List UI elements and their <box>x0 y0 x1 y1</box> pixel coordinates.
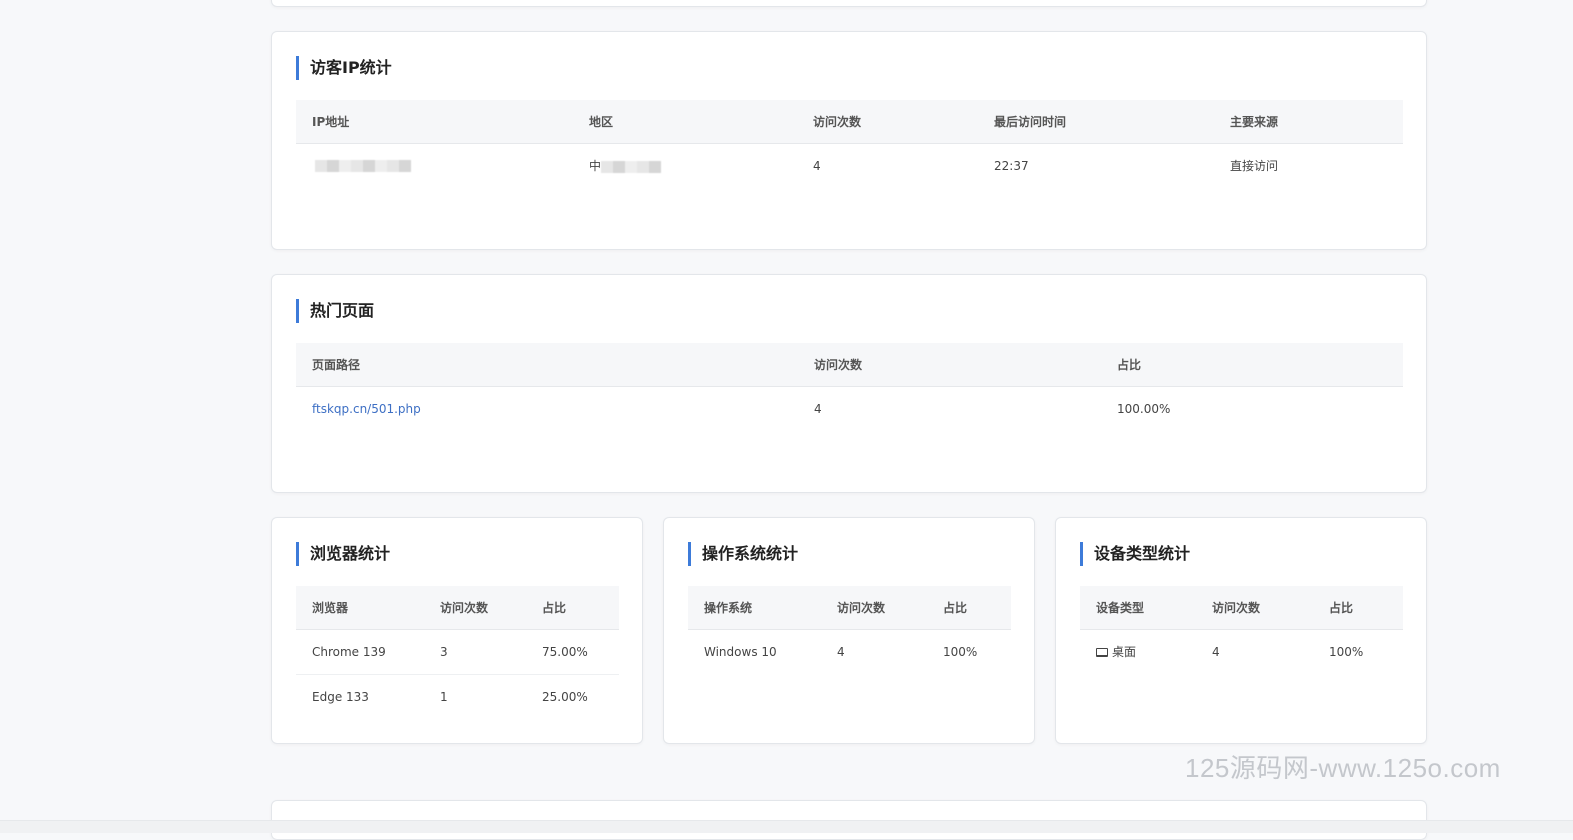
watermark-text: 125源码网-www.125o.com <box>1185 753 1501 783</box>
browser-table: 浏览器 访问次数 占比 Chrome 139 3 75.00% Edge 133… <box>296 586 619 719</box>
table-row: Windows 10 4 100% <box>688 629 1011 674</box>
ip-redacted <box>315 160 411 173</box>
col-share: 占比 <box>526 586 619 630</box>
device-title: 设备类型统计 <box>1080 542 1190 566</box>
table-header-row: 浏览器 访问次数 占比 <box>296 586 619 630</box>
col-os: 操作系统 <box>688 586 821 630</box>
page-path-cell: ftskqp.cn/501.php <box>296 386 798 431</box>
col-page-path: 页面路径 <box>296 343 798 387</box>
col-visits: 访问次数 <box>1196 586 1313 630</box>
col-region: 地区 <box>573 100 797 144</box>
hot-pages-title: 热门页面 <box>296 299 374 323</box>
device-card: 设备类型统计 设备类型 访问次数 占比 桌面 4 100% <box>1055 517 1427 744</box>
region-text: 中 <box>589 159 602 174</box>
desktop-icon <box>1096 648 1108 658</box>
hot-pages-card: 热门页面 页面路径 访问次数 占比 ftskqp.cn/501.php 4 10… <box>271 274 1427 493</box>
col-visits: 访问次数 <box>821 586 927 630</box>
browser-card: 浏览器统计 浏览器 访问次数 占比 Chrome 139 3 75.00% Ed… <box>271 517 643 744</box>
col-ip: IP地址 <box>296 100 573 144</box>
table-header-row: 页面路径 访问次数 占比 <box>296 343 1403 387</box>
previous-card <box>271 0 1427 7</box>
visits-cell: 1 <box>440 689 448 704</box>
visits-cell: 4 <box>1212 644 1220 659</box>
visits-cell: 4 <box>813 158 821 173</box>
share-cell: 100.00% <box>1117 401 1171 416</box>
last-visit-cell: 22:37 <box>994 158 1029 173</box>
col-source: 主要来源 <box>1214 100 1403 144</box>
page-path-link[interactable]: ftskqp.cn/501.php <box>312 402 421 416</box>
region-redacted <box>601 160 662 173</box>
os-title: 操作系统统计 <box>688 542 798 566</box>
browser-name-cell: Chrome 139 <box>296 629 424 675</box>
share-cell: 100% <box>943 644 978 659</box>
table-header-row: 设备类型 访问次数 占比 <box>1080 586 1403 630</box>
hot-pages-table: 页面路径 访问次数 占比 ftskqp.cn/501.php 4 100.00% <box>296 343 1403 431</box>
table-header-row: IP地址 地区 访问次数 最后访问时间 主要来源 <box>296 100 1403 144</box>
col-visits: 访问次数 <box>798 343 1101 387</box>
browser-name-cell: Edge 133 <box>312 689 369 704</box>
ip-cell <box>296 143 573 188</box>
table-row: Chrome 139 3 75.00% <box>296 629 619 675</box>
share-cell: 75.00% <box>526 629 619 675</box>
visits-cell: 4 <box>837 644 845 659</box>
visits-cell: 4 <box>814 401 822 416</box>
share-cell: 25.00% <box>542 689 588 704</box>
os-card: 操作系统统计 操作系统 访问次数 占比 Windows 10 4 100% <box>663 517 1035 744</box>
visitor-ip-title: 访客IP统计 <box>296 56 392 80</box>
visits-cell: 3 <box>424 629 526 675</box>
table-header-row: 操作系统 访问次数 占比 <box>688 586 1011 630</box>
browser-title: 浏览器统计 <box>296 542 390 566</box>
os-table: 操作系统 访问次数 占比 Windows 10 4 100% <box>688 586 1011 674</box>
col-visits: 访问次数 <box>797 100 978 144</box>
visitor-ip-card: 访客IP统计 IP地址 地区 访问次数 最后访问时间 主要来源 中 4 22:3… <box>271 31 1427 250</box>
col-last-visit: 最后访问时间 <box>978 100 1214 144</box>
col-share: 占比 <box>1313 586 1403 630</box>
share-cell: 100% <box>1329 644 1364 659</box>
table-row: Edge 133 1 25.00% <box>296 674 619 719</box>
col-share: 占比 <box>927 586 1011 630</box>
visitor-ip-table: IP地址 地区 访问次数 最后访问时间 主要来源 中 4 22:37 直接访问 <box>296 100 1403 188</box>
col-visits: 访问次数 <box>424 586 526 630</box>
col-browser: 浏览器 <box>296 586 424 630</box>
col-share: 占比 <box>1101 343 1403 387</box>
table-row: 中 4 22:37 直接访问 <box>296 143 1403 188</box>
col-device: 设备类型 <box>1080 586 1196 630</box>
table-row: 桌面 4 100% <box>1080 629 1403 674</box>
source-cell: 直接访问 <box>1230 159 1279 174</box>
device-name: 桌面 <box>1112 645 1137 660</box>
region-cell: 中 <box>573 143 797 188</box>
bottom-bar <box>0 820 1573 833</box>
device-table: 设备类型 访问次数 占比 桌面 4 100% <box>1080 586 1403 674</box>
device-name-cell: 桌面 <box>1080 629 1196 674</box>
os-name-cell: Windows 10 <box>704 644 777 659</box>
table-row: ftskqp.cn/501.php 4 100.00% <box>296 386 1403 431</box>
